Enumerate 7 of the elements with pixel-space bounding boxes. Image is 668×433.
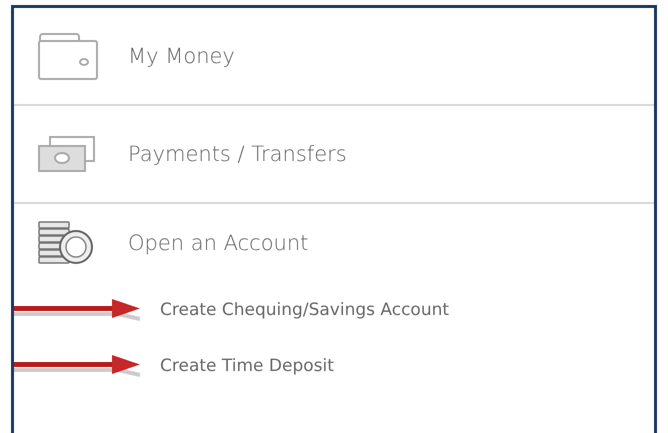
menu-item[interactable]: My Money: [128, 44, 235, 68]
banknotes-icon: [36, 134, 98, 174]
menu-item[interactable]: Payments / Transfers: [128, 142, 347, 166]
submenu-item[interactable]: Create Time Deposit: [160, 356, 334, 376]
wallet-icon: [36, 31, 98, 81]
submenu-item[interactable]: Create Chequing/Savings Account: [160, 300, 450, 320]
menu-item[interactable]: Open an Account: [128, 231, 308, 255]
